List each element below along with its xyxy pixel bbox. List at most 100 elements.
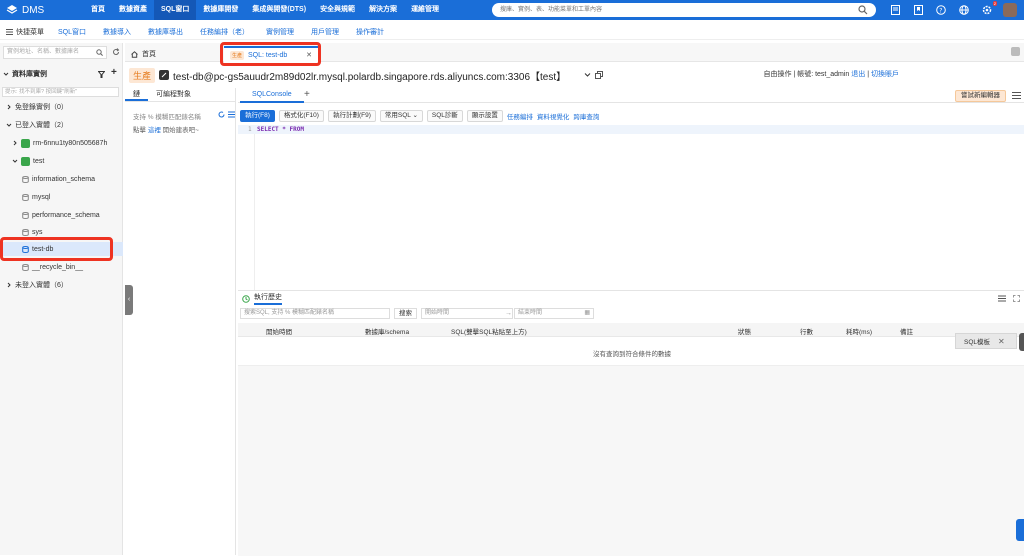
- dms-logo-icon: [6, 5, 18, 14]
- tab-home[interactable]: 首頁: [125, 46, 162, 62]
- tab-programmable-objects[interactable]: 可編程對象: [148, 88, 199, 101]
- sql-code[interactable]: SELECT * FROM: [257, 126, 304, 133]
- quick-menu-bar: 快捷菜單 SQL窗口 數據導入 數據庫導出 任務編排（老） 實例管理 用戶管理 …: [0, 24, 1024, 40]
- search-icon[interactable]: [858, 5, 868, 15]
- col-duration[interactable]: 耗時(ms): [846, 326, 872, 336]
- start-time-input[interactable]: 開始時間: [421, 308, 513, 319]
- tree-logged-in[interactable]: 已登入實體（2）: [0, 118, 123, 132]
- chevron-down-icon[interactable]: [3, 71, 9, 77]
- hint-prefix: 點擊: [133, 127, 146, 134]
- collapse-tabs-icon[interactable]: [1011, 47, 1020, 56]
- nav-security[interactable]: 安全與規範: [313, 0, 362, 20]
- refresh-icon[interactable]: [112, 48, 120, 56]
- object-panel: 鏈 可編程對象 支持 % 模糊匹配錶名稱 點擊 這裡 開始建表吧~: [125, 88, 236, 555]
- add-instance-icon[interactable]: +: [111, 67, 117, 78]
- menu-icon[interactable]: [1012, 91, 1021, 100]
- display-settings-button[interactable]: 顯示設置: [466, 109, 503, 122]
- col-sql[interactable]: SQL(雙擊SQL粘貼至上方): [451, 326, 527, 336]
- sql-template-widget[interactable]: SQL模板 ✕: [955, 333, 1017, 349]
- calendar-icon[interactable]: ▦: [584, 309, 590, 318]
- table-search-input[interactable]: 支持 % 模糊匹配錶名稱: [133, 111, 201, 121]
- tree-logged-in-label: 已登入實體（2）: [15, 122, 68, 129]
- quick-link-task-orchestration[interactable]: 任務編排（老）: [200, 27, 249, 37]
- nav-dts[interactable]: 集成與開發(DTS): [245, 0, 313, 20]
- col-start-time[interactable]: 開始時間: [266, 326, 292, 336]
- list-icon[interactable]: [228, 111, 235, 118]
- history-header: 執行歷史: [238, 291, 1024, 306]
- quick-link-data-import[interactable]: 數據導入: [103, 27, 131, 37]
- col-status[interactable]: 狀態: [738, 326, 751, 336]
- quick-link-db-export[interactable]: 數據庫導出: [148, 27, 183, 37]
- nav-home[interactable]: 首頁: [84, 0, 112, 20]
- editor-tabs: SQLConsole + 嘗試新編輯器: [238, 88, 1024, 103]
- end-time-input[interactable]: 結束時間 ▦: [514, 308, 594, 319]
- quick-link-instance-mgmt[interactable]: 實例管理: [266, 27, 294, 37]
- col-remark[interactable]: 備註: [900, 326, 913, 336]
- tree-free-login[interactable]: 免登錄實例（0）: [0, 100, 123, 114]
- tree-instance-rm[interactable]: rm-6nnu1ty80n505687h: [0, 136, 123, 150]
- tree-db-recycle-bin[interactable]: __recycle_bin__: [0, 260, 123, 274]
- sql-template-label: SQL模板: [964, 339, 991, 346]
- add-console-icon[interactable]: +: [304, 89, 310, 100]
- nav-solutions[interactable]: 解決方案: [362, 0, 404, 20]
- nav-ops[interactable]: 運維管理: [404, 0, 446, 20]
- history-search-input[interactable]: 搜索SQL, 支持 % 模糊匹配錶名稱: [240, 308, 390, 319]
- empty-message: 沒有查詢到符合條件的數據: [593, 351, 671, 358]
- connection-bar: 生產 test-db@pc-gs5auudr2m89d02lr.mysql.po…: [125, 64, 1024, 86]
- nav-sql-window[interactable]: SQL窗口: [154, 0, 197, 20]
- copy-icon[interactable]: [595, 71, 604, 79]
- ticket-icon[interactable]: [888, 3, 902, 17]
- create-table-link[interactable]: 這裡: [148, 127, 161, 134]
- cross-db-query-link[interactable]: 跨庫查詢: [573, 111, 599, 121]
- nav-db-dev[interactable]: 數據庫開發: [196, 0, 245, 20]
- try-new-editor-button[interactable]: 嘗試新編輯器: [955, 90, 1006, 102]
- run-button[interactable]: 執行(F8): [240, 109, 275, 122]
- col-rows[interactable]: 行數: [800, 326, 813, 336]
- menu-icon[interactable]: [998, 295, 1006, 302]
- format-button[interactable]: 格式化(F10): [278, 109, 324, 122]
- fullscreen-icon[interactable]: [1013, 295, 1020, 302]
- execution-plan-button[interactable]: 執行計劃(F9): [327, 109, 376, 122]
- settings-icon[interactable]: 2: [980, 1, 997, 17]
- dms-logo[interactable]: DMS: [6, 3, 44, 17]
- user-avatar[interactable]: [1003, 3, 1017, 17]
- refresh-icon[interactable]: [218, 111, 225, 118]
- sql-diagnose-button[interactable]: SQL診斷: [426, 109, 463, 122]
- switch-account-link[interactable]: 切換賬戶: [871, 71, 899, 78]
- globe-icon[interactable]: [957, 3, 971, 17]
- tree-instance-test[interactable]: test: [0, 154, 123, 168]
- help-float-button[interactable]: [1016, 519, 1024, 541]
- history-search-button[interactable]: 搜索: [394, 308, 417, 319]
- help-icon[interactable]: ?: [934, 3, 948, 17]
- task-orchestration-link[interactable]: 任務編排: [507, 111, 533, 121]
- quick-menu[interactable]: 快捷菜單: [0, 27, 52, 37]
- quick-link-audit[interactable]: 操作審計: [356, 27, 384, 37]
- instance-search-input[interactable]: 實例地址、名稱、數據庫名: [3, 46, 107, 59]
- common-sql-dropdown[interactable]: 常用SQL ⌄: [379, 109, 423, 122]
- active-code-line: [238, 125, 1024, 134]
- top-nav-menu: 首頁 數據資產 SQL窗口 數據庫開發 集成與開發(DTS) 安全與規範 解決方…: [84, 0, 446, 20]
- side-panel-handle[interactable]: [1019, 333, 1024, 351]
- bookmark-icon[interactable]: [911, 3, 925, 17]
- tab-sql-console[interactable]: SQLConsole: [240, 88, 304, 103]
- quick-link-user-mgmt[interactable]: 用戶管理: [311, 27, 339, 37]
- tree-db-mysql[interactable]: mysql: [0, 190, 123, 204]
- col-schema[interactable]: 數據庫/schema: [365, 326, 409, 336]
- nav-data-assets[interactable]: 數據資產: [112, 0, 154, 20]
- history-title[interactable]: 執行歷史: [254, 292, 282, 305]
- quick-link-sql-window[interactable]: SQL窗口: [58, 27, 86, 37]
- logout-link[interactable]: 退出: [851, 71, 865, 78]
- instance-icon: [21, 156, 30, 166]
- tree-db-performance-schema[interactable]: performance_schema: [0, 208, 123, 222]
- tab-tables[interactable]: 鏈: [125, 88, 148, 101]
- filter-icon[interactable]: [98, 71, 105, 78]
- global-search-input[interactable]: [492, 3, 876, 17]
- collapse-sidebar-handle[interactable]: ‹: [125, 285, 133, 315]
- tree-db-information-schema[interactable]: information_schema: [0, 172, 123, 186]
- chevron-down-icon[interactable]: [584, 72, 591, 78]
- edit-icon[interactable]: [159, 70, 170, 80]
- data-visualization-link[interactable]: 資料視覺化: [537, 111, 570, 121]
- search-icon[interactable]: [96, 49, 103, 56]
- close-icon[interactable]: ✕: [998, 337, 1005, 346]
- tree-not-logged-in[interactable]: 未登入實體（6）: [0, 278, 123, 292]
